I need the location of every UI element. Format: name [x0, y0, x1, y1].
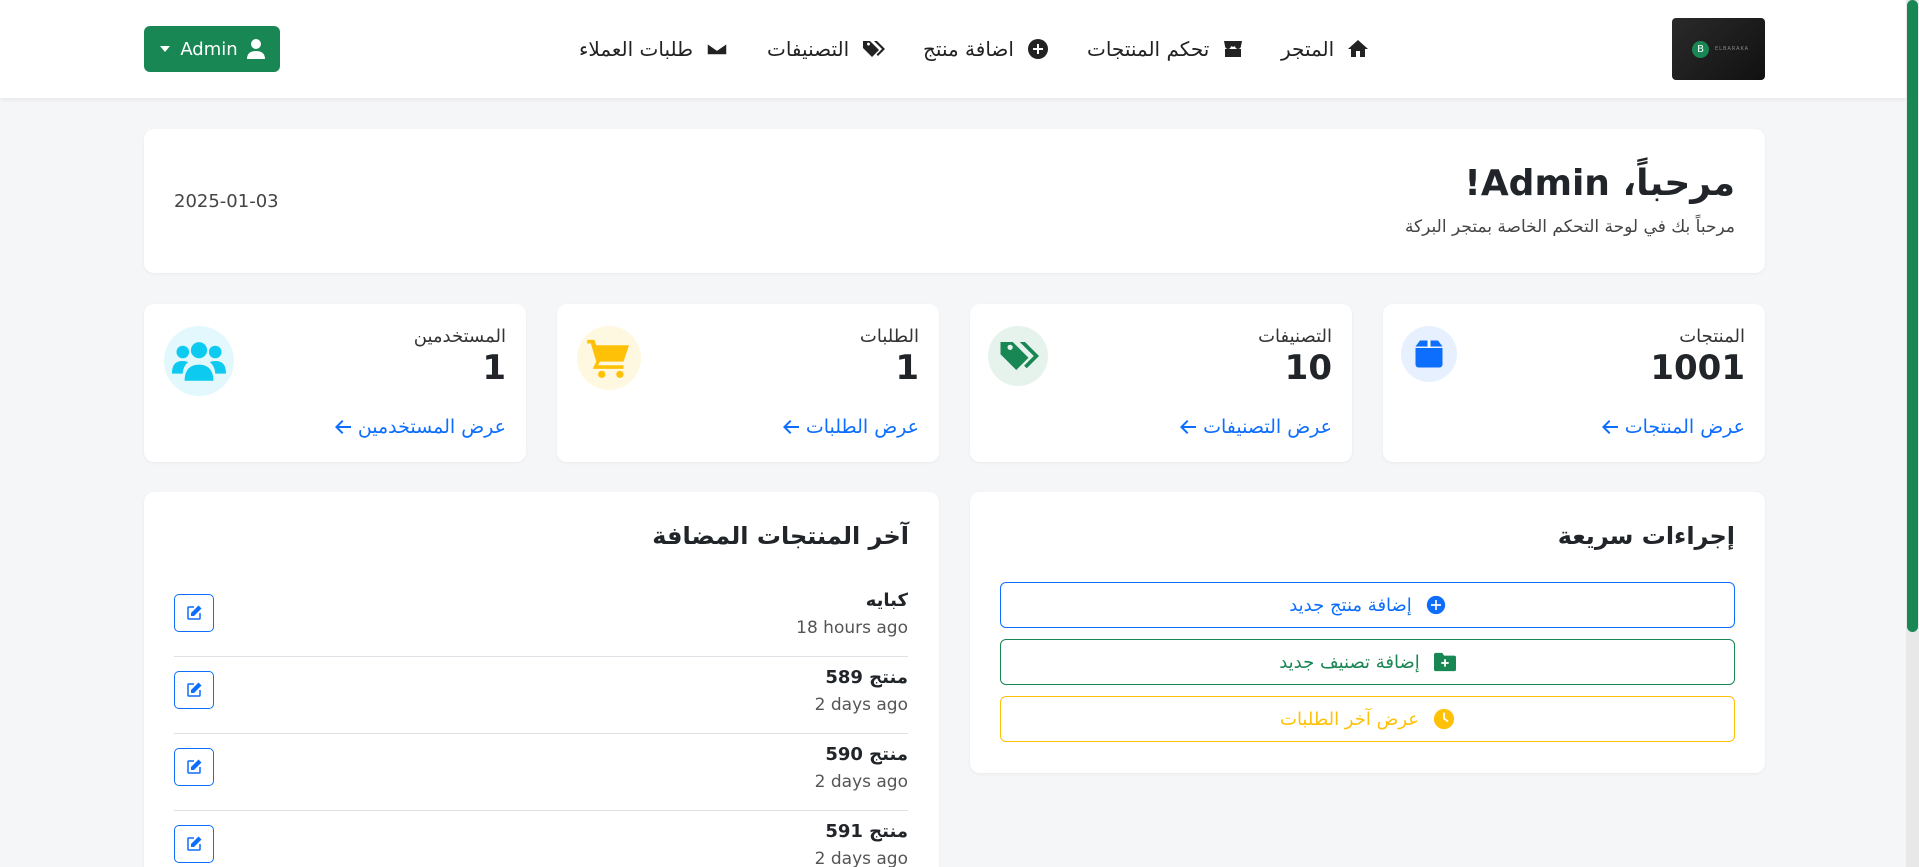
stat-value: 1001: [1650, 348, 1745, 388]
current-date: 2025-01-03: [174, 191, 279, 212]
nav-item-categories[interactable]: التصنيفات: [767, 36, 886, 62]
link-label: عرض التصنيفات: [1203, 416, 1332, 438]
stat-value: 1: [482, 348, 506, 388]
stat-value: 1: [895, 348, 919, 388]
product-time: 2 days ago: [814, 849, 908, 867]
stat-label: التصنيفات: [1258, 326, 1332, 347]
welcome-title: مرحباً، Admin!: [1464, 163, 1735, 204]
arrow-left-icon: [1180, 420, 1197, 434]
link-label: عرض المنتجات: [1624, 416, 1745, 438]
arrow-left-icon: [334, 420, 351, 434]
arrow-left-icon: [1601, 420, 1618, 434]
nav-item-store[interactable]: المتجر: [1281, 36, 1370, 62]
store-logo[interactable]: B ELBARAKA: [1672, 18, 1765, 80]
plus-circle-icon: [1027, 39, 1048, 59]
box-icon: [1401, 326, 1457, 382]
logo-wordmark: ELBARAKA: [1715, 46, 1750, 52]
edit-icon: [187, 836, 202, 851]
edit-product-button[interactable]: [174, 825, 214, 863]
folder-plus-icon: [1433, 652, 1456, 672]
product-name: منتج 590: [825, 744, 908, 765]
page-scrollbar[interactable]: [1906, 0, 1919, 867]
nav-item-label: التصنيفات: [767, 37, 850, 61]
list-item: كبايه 18 hours ago: [174, 580, 908, 657]
product-time: 18 hours ago: [796, 618, 908, 638]
welcome-subtitle: مرحباً بك في لوحة التحكم الخاصة بمتجر ال…: [1404, 217, 1735, 237]
view-categories-link[interactable]: عرض التصنيفات: [1179, 416, 1332, 438]
nav-item-customer-orders[interactable]: طلبات العملاء: [579, 36, 729, 62]
home-icon: [1348, 40, 1369, 57]
scrollbar-thumb[interactable]: [1907, 0, 1918, 632]
quick-actions-card: إجراءات سريعة إضافة منتج جديد إضافة تصني…: [970, 492, 1765, 773]
view-orders-link[interactable]: عرض الطلبات: [782, 416, 919, 438]
arrow-left-icon: [782, 420, 799, 434]
latest-products-card: آخر المنتجات المضافة كبايه 18 hours ago …: [144, 492, 939, 867]
quick-actions-title: إجراءات سريعة: [1557, 522, 1735, 550]
list-item: منتج 591 2 days ago: [174, 811, 908, 867]
product-time: 2 days ago: [814, 772, 908, 792]
plus-circle-icon: [1426, 595, 1445, 615]
nav-item-label: تحكم المنتجات: [1087, 37, 1210, 61]
button-label: عرض آخر الطلبات: [1280, 708, 1420, 730]
nav-item-products-control[interactable]: تحكم المنتجات: [1087, 36, 1245, 62]
logo-mark-icon: B: [1692, 40, 1709, 58]
cart-icon: [577, 326, 641, 390]
stat-card-orders: الطلبات 1 عرض الطلبات: [557, 304, 939, 462]
edit-icon: [187, 759, 202, 774]
envelope-icon: [706, 42, 728, 56]
edit-product-button[interactable]: [174, 671, 214, 709]
store-icon: [1224, 41, 1243, 57]
product-name: منتج 589: [825, 667, 908, 688]
clock-icon: [1433, 708, 1455, 730]
link-label: عرض المستخدمين: [357, 416, 506, 438]
add-category-button[interactable]: إضافة تصنيف جديد: [1000, 639, 1735, 685]
stat-label: المستخدمين: [413, 326, 506, 347]
nav-item-label: طلبات العملاء: [579, 37, 694, 61]
product-name: كبايه: [865, 590, 908, 611]
admin-label: Admin: [180, 38, 238, 60]
button-label: إضافة تصنيف جديد: [1279, 651, 1420, 673]
edit-product-button[interactable]: [174, 594, 214, 632]
view-users-link[interactable]: عرض المستخدمين: [334, 416, 506, 438]
edit-icon: [187, 605, 202, 620]
welcome-card: مرحباً، Admin! مرحباً بك في لوحة التحكم …: [144, 129, 1765, 273]
stat-label: الطلبات: [859, 326, 919, 347]
link-label: عرض الطلبات: [805, 416, 919, 438]
tags-icon: [988, 326, 1048, 386]
list-item: منتج 589 2 days ago: [174, 657, 908, 734]
nav-item-label: اضافة منتج: [923, 37, 1014, 61]
view-products-link[interactable]: عرض المنتجات: [1601, 416, 1745, 438]
product-name: منتج 591: [825, 821, 908, 842]
admin-dropdown-button[interactable]: Admin: [144, 26, 280, 72]
edit-icon: [187, 682, 202, 697]
stat-card-products: المنتجات 1001 عرض المنتجات: [1383, 304, 1765, 462]
stat-value: 10: [1284, 348, 1332, 388]
top-navbar: B ELBARAKA المتجر تحكم المنتجات اضافة من…: [0, 0, 1906, 98]
users-icon: [164, 326, 234, 396]
add-product-button[interactable]: إضافة منتج جديد: [1000, 582, 1735, 628]
list-item: منتج 590 2 days ago: [174, 734, 908, 811]
view-recent-orders-button[interactable]: عرض آخر الطلبات: [1000, 696, 1735, 742]
stat-label: المنتجات: [1679, 326, 1745, 347]
caret-down-icon: [160, 46, 171, 52]
edit-product-button[interactable]: [174, 748, 214, 786]
user-icon: [246, 39, 265, 59]
tags-icon: [863, 41, 886, 57]
button-label: إضافة منتج جديد: [1289, 594, 1412, 616]
nav-item-add-product[interactable]: اضافة منتج: [923, 36, 1050, 62]
latest-products-title: آخر المنتجات المضافة: [652, 522, 909, 550]
nav-item-label: المتجر: [1281, 37, 1335, 61]
product-time: 2 days ago: [814, 695, 908, 715]
stat-card-categories: التصنيفات 10 عرض التصنيفات: [970, 304, 1352, 462]
stat-card-users: المستخدمين 1 عرض المستخدمين: [144, 304, 526, 462]
